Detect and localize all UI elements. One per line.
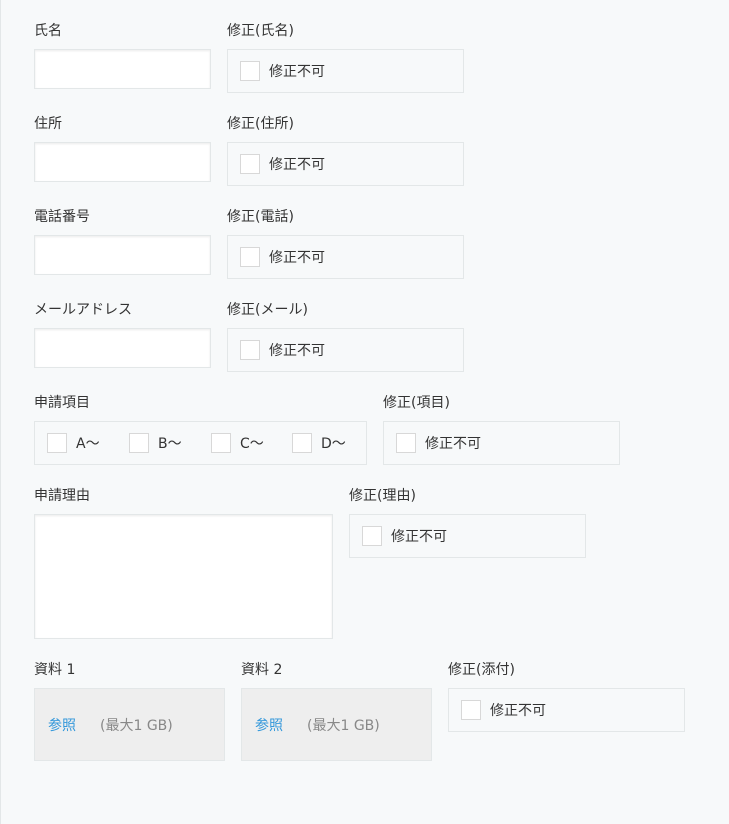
modify-name-option-label: 修正不可 [269,64,325,80]
file1-upload: 参照 (最大1 GB) [34,688,225,761]
modify-attach-option-label: 修正不可 [490,703,546,719]
item-c-label: C〜 [240,436,264,452]
modify-phone-group: 修正不可 [227,235,464,279]
modify-items-checkbox[interactable] [396,433,416,453]
file1-label: 資料 1 [34,662,76,678]
item-option-b[interactable]: B〜 [129,433,211,453]
modify-phone-label: 修正(電話) [227,209,294,225]
modify-attach-label: 修正(添付) [448,662,515,678]
file1-max-size: (最大1 GB) [100,717,173,734]
email-input[interactable] [34,328,211,368]
modify-items-option-label: 修正不可 [425,436,481,452]
modify-email-option-label: 修正不可 [269,343,325,359]
modify-name-checkbox[interactable] [240,61,260,81]
modify-address-label: 修正(住所) [227,116,294,132]
modify-name-label: 修正(氏名) [227,23,294,39]
items-label: 申請項目 [34,395,90,411]
file2-label: 資料 2 [241,662,283,678]
file1-browse-link[interactable]: 参照 [48,715,76,735]
modify-attach-group: 修正不可 [448,688,685,732]
item-d-label: D〜 [321,436,346,452]
item-option-d[interactable]: D〜 [292,433,346,453]
file2-max-size: (最大1 GB) [307,717,380,734]
item-option-a[interactable]: A〜 [47,433,129,453]
modify-address-option-label: 修正不可 [269,157,325,173]
item-b-checkbox[interactable] [129,433,149,453]
address-input[interactable] [34,142,211,182]
item-a-checkbox[interactable] [47,433,67,453]
modify-phone-checkbox[interactable] [240,247,260,267]
name-input[interactable] [34,49,211,89]
email-label: メールアドレス [34,302,132,318]
modify-phone-option-label: 修正不可 [269,250,325,266]
file2-upload: 参照 (最大1 GB) [241,688,432,761]
left-border [0,0,1,824]
address-label: 住所 [34,116,62,132]
modify-items-label: 修正(項目) [383,395,450,411]
modify-email-group: 修正不可 [227,328,464,372]
reason-label: 申請理由 [34,488,90,504]
phone-input[interactable] [34,235,211,275]
item-d-checkbox[interactable] [292,433,312,453]
modify-reason-checkbox[interactable] [362,526,382,546]
item-option-c[interactable]: C〜 [211,433,292,453]
modify-name-group: 修正不可 [227,49,464,93]
item-a-label: A〜 [76,436,100,452]
file2-browse-link[interactable]: 参照 [255,715,283,735]
name-label: 氏名 [34,23,62,39]
modify-reason-group: 修正不可 [349,514,586,558]
modify-reason-label: 修正(理由) [349,488,416,504]
item-b-label: B〜 [158,436,182,452]
modify-email-checkbox[interactable] [240,340,260,360]
items-checkbox-group: A〜 B〜 C〜 D〜 [34,421,367,465]
modify-reason-option-label: 修正不可 [391,529,447,545]
modify-address-group: 修正不可 [227,142,464,186]
modify-attach-checkbox[interactable] [461,700,481,720]
modify-email-label: 修正(メール) [227,302,308,318]
item-c-checkbox[interactable] [211,433,231,453]
reason-textarea[interactable] [34,514,333,639]
modify-address-checkbox[interactable] [240,154,260,174]
modify-items-group: 修正不可 [383,421,620,465]
phone-label: 電話番号 [34,209,90,225]
